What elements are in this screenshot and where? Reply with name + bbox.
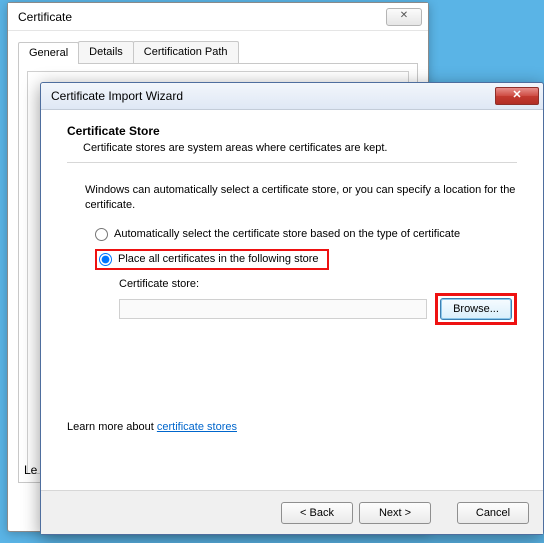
radio-auto-label: Automatically select the certificate sto… xyxy=(114,228,460,240)
tab-details[interactable]: Details xyxy=(78,41,134,63)
certificate-tabs: General Details Certification Path xyxy=(18,41,418,64)
wizard-title: Certificate Import Wizard xyxy=(51,89,183,103)
tab-certification-path[interactable]: Certification Path xyxy=(133,41,239,63)
browse-button[interactable]: Browse... xyxy=(440,298,512,320)
truncated-text: Le xyxy=(24,463,37,477)
next-button[interactable]: Next > xyxy=(359,502,431,524)
wizard-titlebar: Certificate Import Wizard ✕ xyxy=(41,83,543,110)
wizard-body: Certificate Store Certificate stores are… xyxy=(41,110,543,490)
wizard-close-button[interactable]: ✕ xyxy=(495,87,539,105)
highlight-place-option: Place all certificates in the following … xyxy=(95,249,329,270)
store-label: Certificate store: xyxy=(119,278,517,290)
back-button[interactable]: < Back xyxy=(281,502,353,524)
wizard-footer: < Back Next > Cancel xyxy=(41,490,543,534)
radio-auto-row[interactable]: Automatically select the certificate sto… xyxy=(95,228,517,241)
wizard-window: Certificate Import Wizard ✕ Certificate … xyxy=(40,82,544,535)
certificate-close-button[interactable]: ✕ xyxy=(386,8,422,26)
section-heading: Certificate Store xyxy=(67,124,517,138)
radio-auto[interactable] xyxy=(95,228,108,241)
divider xyxy=(67,162,517,163)
learn-more: Learn more about certificate stores xyxy=(67,421,517,433)
store-row: Browse... xyxy=(119,293,517,325)
highlight-browse: Browse... xyxy=(435,293,517,325)
learn-prefix: Learn more about xyxy=(67,421,157,433)
radio-place[interactable] xyxy=(99,253,112,266)
certificate-title: Certificate xyxy=(18,10,72,24)
section-description: Certificate stores are system areas wher… xyxy=(83,142,517,154)
store-input[interactable] xyxy=(119,299,427,319)
learn-link[interactable]: certificate stores xyxy=(157,421,237,433)
cancel-button[interactable]: Cancel xyxy=(457,502,529,524)
radio-place-row: Place all certificates in the following … xyxy=(95,249,517,270)
instruction-text: Windows can automatically select a certi… xyxy=(85,183,517,214)
store-block: Certificate store: Browse... xyxy=(119,278,517,325)
certificate-titlebar: Certificate ✕ xyxy=(8,3,428,31)
tab-general[interactable]: General xyxy=(18,42,79,64)
radio-place-label: Place all certificates in the following … xyxy=(118,253,319,265)
